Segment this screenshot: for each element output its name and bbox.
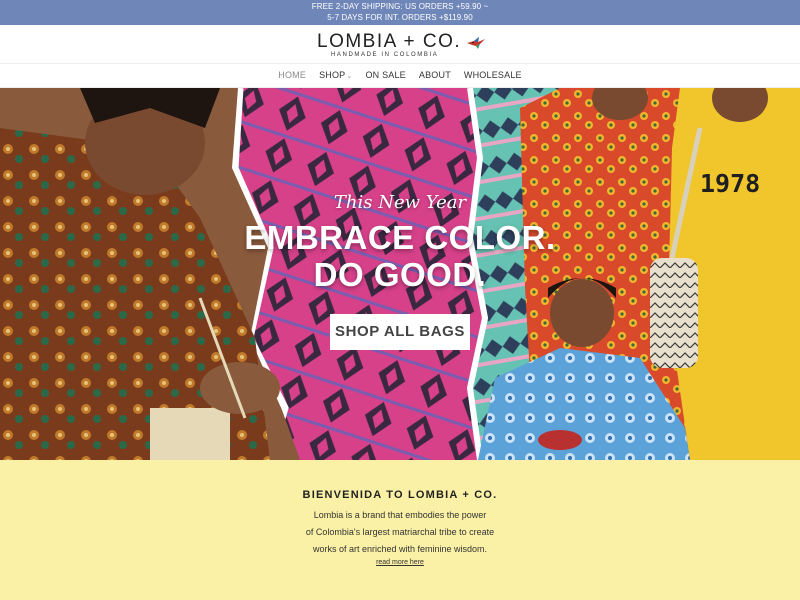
welcome-text-line-2: of Colombia's largest matriarchal tribe … xyxy=(305,527,495,537)
announcement-line-2: 5-7 DAYS FOR INT. ORDERS +$119.90 xyxy=(327,13,473,22)
hero-title-line-1: EMBRACE COLOR. xyxy=(244,219,556,256)
nav-home[interactable]: HOME xyxy=(278,70,306,80)
brand-logo[interactable]: LOMBIA + CO. HANDMADE IN COLOMBIA xyxy=(317,32,492,62)
nav-about[interactable]: ABOUT xyxy=(419,70,451,80)
welcome-text: Lombia is a brand that embodies the powe… xyxy=(250,507,550,558)
nav-shop[interactable]: SHOP⌄ xyxy=(319,70,352,80)
hero-content: This New Year EMBRACE COLOR. DO GOOD. SH… xyxy=(0,88,800,460)
announcement-line-1: FREE 2-DAY SHIPPING: US ORDERS +59.90 ~ xyxy=(311,2,489,11)
welcome-text-line-1: Lombia is a brand that embodies the powe… xyxy=(313,510,487,520)
hero-banner: 1978 This New Year EMBRACE COLOR. DO GOO… xyxy=(0,88,800,460)
announcement-bar: FREE 2-DAY SHIPPING: US ORDERS +59.90 ~ … xyxy=(0,0,800,25)
hummingbird-icon xyxy=(467,37,485,49)
hero-script-heading: This New Year xyxy=(333,192,467,213)
read-more-link[interactable]: read more here xyxy=(0,559,800,566)
welcome-heading: BIENVENIDA TO LOMBIA + CO. xyxy=(302,489,498,501)
hero-title-line-2: DO GOOD. xyxy=(313,256,487,293)
welcome-section: BIENVENIDA TO LOMBIA + CO. Lombia is a b… xyxy=(0,460,800,600)
welcome-text-line-3: works of art enriched with feminine wisd… xyxy=(312,544,488,554)
chevron-down-icon: ⌄ xyxy=(346,73,353,80)
nav-shop-label: SHOP xyxy=(319,70,346,80)
nav-wholesale[interactable]: WHOLESALE xyxy=(464,70,522,80)
shop-all-bags-button[interactable]: SHOP ALL BAGS xyxy=(330,314,470,350)
nav-on-sale[interactable]: ON SALE xyxy=(365,70,405,80)
site-header: LOMBIA + CO. HANDMADE IN COLOMBIA xyxy=(0,25,800,63)
brand-tagline: HANDMADE IN COLOMBIA xyxy=(331,52,439,58)
hero-title: EMBRACE COLOR. DO GOOD. xyxy=(0,219,800,293)
main-nav: HOME SHOP⌄ ON SALE ABOUT WHOLESALE xyxy=(0,63,800,88)
